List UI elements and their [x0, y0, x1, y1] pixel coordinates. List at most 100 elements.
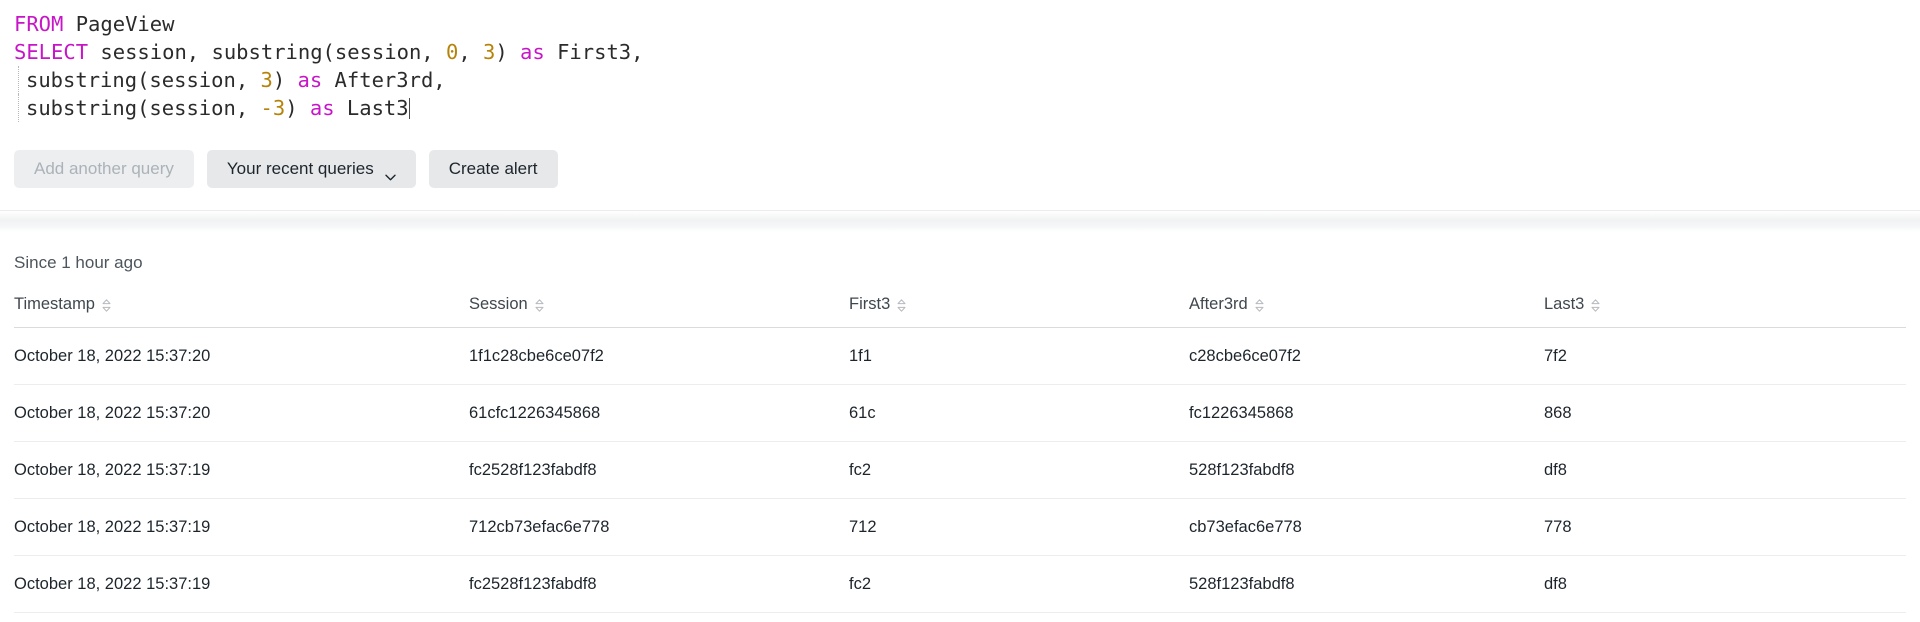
cell-first3: fc2 [849, 555, 1189, 613]
section-divider [0, 210, 1920, 232]
sort-arrows-icon[interactable] [1255, 298, 1264, 312]
column-header-label: Session [469, 295, 528, 313]
cell-after3rd: cb73efac6e778 [1189, 498, 1544, 556]
table-row[interactable]: October 18, 2022 15:37:20 61cfc1226345868… [14, 384, 1906, 442]
results-table-container: Timestamp Session First3 After3rd Last3 Octo… [0, 295, 1920, 622]
cell-timestamp: October 18, 2022 15:37:19 [14, 441, 469, 499]
code-token-num: 3 [483, 40, 496, 64]
column-header-timestamp[interactable]: Timestamp [14, 295, 469, 328]
code-token-id: substring(session, [26, 96, 261, 120]
code-token-num: -3 [260, 96, 286, 120]
code-token-id: Last3 [334, 96, 409, 120]
table-row[interactable]: October 18, 2022 15:37:19988919c5f242bd8… [14, 612, 1906, 622]
code-line[interactable]: SELECT session, substring(session, 0, 3)… [14, 38, 1920, 66]
code-token-kw: as [297, 68, 323, 92]
code-token-id: ) [272, 68, 298, 92]
add-another-query-label: Add another query [34, 159, 174, 178]
recent-queries-dropdown[interactable]: Your recent queries [206, 150, 416, 188]
cell-after3rd: 528f123fabdf8 [1189, 441, 1544, 499]
table-row[interactable]: October 18, 2022 15:37:19 fc2528f123fabdf… [14, 441, 1906, 499]
create-alert-label: Create alert [448, 159, 538, 178]
cell-last3: 898 [1544, 612, 1906, 622]
cell-first3: 712 [849, 498, 1189, 556]
table-row[interactable]: October 18, 2022 15:37:20 1f1c28cbe6ce07f… [14, 327, 1906, 385]
cell-session: 61cfc1226345868 [469, 384, 849, 442]
results-table: Timestamp Session First3 After3rd Last3 Octo… [14, 295, 1906, 622]
cell-session: 712cb73efac6e778 [469, 498, 849, 556]
cell-session: fc2528f123fabdf8 [469, 441, 849, 499]
cell-after3rd: c28cbe6ce07f2 [1189, 327, 1544, 385]
code-token-kw: FROM [14, 12, 64, 36]
column-header-label: Last3 [1544, 295, 1585, 313]
column-header-inner: Session [469, 295, 544, 314]
code-token-id: , [458, 40, 484, 64]
cell-last3: 778 [1544, 498, 1906, 556]
code-line[interactable]: FROM PageView [14, 10, 1920, 38]
column-header-inner: First3 [849, 295, 906, 314]
table-row[interactable]: October 18, 2022 15:37:19 fc2528f123fabdf… [14, 555, 1906, 613]
text-caret [408, 98, 410, 119]
code-line[interactable]: substring(session, -3) as Last3 [14, 94, 1920, 122]
cell-last3: df8 [1544, 555, 1906, 613]
column-header-session[interactable]: Session [469, 295, 849, 328]
cell-session: fc2528f123fabdf8 [469, 555, 849, 613]
time-range-label: Since 1 hour ago [14, 253, 143, 272]
query-results-page: FROM PageView SELECT session, substring(s… [0, 0, 1920, 622]
code-token-id: ) [495, 40, 521, 64]
cell-after3rd: 528f123fabdf8 [1189, 555, 1544, 613]
cell-timestamp: October 18, 2022 15:37:20 [14, 384, 469, 442]
cell-session: 1f1c28cbe6ce07f2 [469, 327, 849, 385]
add-another-query-button[interactable]: Add another query [14, 150, 194, 188]
results-table-body: October 18, 2022 15:37:20 1f1c28cbe6ce07f… [14, 327, 1906, 622]
code-token-num: 3 [260, 68, 273, 92]
column-header-inner: Last3 [1544, 295, 1600, 314]
column-header-after3rd[interactable]: After3rd [1189, 295, 1544, 328]
code-token-kw: as [520, 40, 545, 64]
cell-first3: 61c [849, 384, 1189, 442]
column-header-label: Timestamp [14, 295, 95, 313]
code-token-kw: SELECT [14, 40, 89, 64]
column-header-label: First3 [849, 295, 891, 313]
cell-after3rd: fc1226345868 [1189, 384, 1544, 442]
cell-first3: 988 [849, 612, 1189, 622]
code-token-id: First3, [544, 40, 644, 64]
cell-timestamp: October 18, 2022 15:37:19 [14, 498, 469, 556]
cell-last3: df8 [1544, 441, 1906, 499]
code-token-id: ) [285, 96, 310, 120]
column-header-label: After3rd [1189, 295, 1248, 313]
create-alert-button[interactable]: Create alert [428, 150, 558, 188]
sort-arrows-icon[interactable] [102, 298, 111, 312]
query-toolbar: Add another query Your recent queries Cr… [0, 128, 1920, 188]
cell-session: 988919c5f242bd898 [469, 612, 849, 622]
chevron-down-icon [385, 166, 396, 180]
code-token-kw: as [309, 96, 335, 120]
query-editor[interactable]: FROM PageView SELECT session, substring(s… [0, 0, 1920, 128]
sort-arrows-icon[interactable] [535, 298, 544, 312]
sort-arrows-icon[interactable] [897, 298, 906, 312]
table-row[interactable]: October 18, 2022 15:37:19 712cb73efac6e77… [14, 498, 1906, 556]
indent-guide [18, 94, 19, 122]
code-token-id: After3rd, [322, 68, 446, 92]
code-token-id: session, substring(session, [88, 40, 446, 64]
table-header-row: Timestamp Session First3 After3rd Last3 [14, 295, 1906, 328]
cell-last3: 868 [1544, 384, 1906, 442]
cell-first3: fc2 [849, 441, 1189, 499]
cell-timestamp: October 18, 2022 15:37:19 [14, 612, 469, 622]
sort-arrows-icon[interactable] [1591, 298, 1600, 312]
indent-guide [18, 66, 19, 94]
results-table-head: Timestamp Session First3 After3rd Last3 [14, 295, 1906, 328]
column-header-last3[interactable]: Last3 [1544, 295, 1906, 328]
code-line[interactable]: substring(session, 3) as After3rd, [14, 66, 1920, 94]
cell-first3: 1f1 [849, 327, 1189, 385]
code-token-id: PageView [63, 12, 175, 36]
column-header-first3[interactable]: First3 [849, 295, 1189, 328]
column-header-inner: After3rd [1189, 295, 1264, 314]
cell-timestamp: October 18, 2022 15:37:19 [14, 555, 469, 613]
column-header-inner: Timestamp [14, 295, 111, 314]
cell-last3: 7f2 [1544, 327, 1906, 385]
recent-queries-label: Your recent queries [226, 159, 374, 178]
code-token-id: substring(session, [26, 68, 261, 92]
code-token-num: 0 [445, 40, 459, 64]
cell-after3rd: 919c5f242bd898 [1189, 612, 1544, 622]
cell-timestamp: October 18, 2022 15:37:20 [14, 327, 469, 385]
